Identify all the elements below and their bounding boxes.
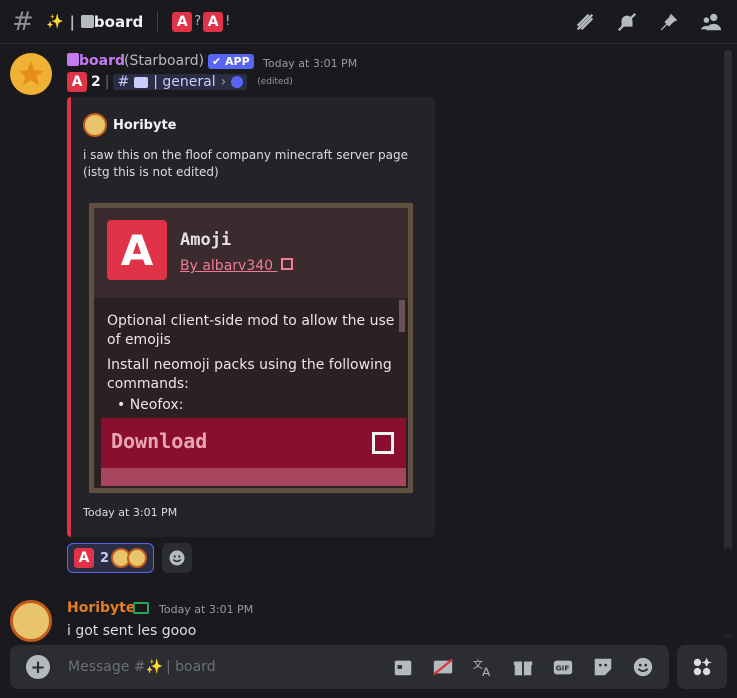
hash-icon: #: [117, 74, 130, 90]
emoji-icon[interactable]: [631, 655, 655, 679]
reactor-avatars: [111, 548, 148, 568]
channel-topic[interactable]: A ? A !: [172, 11, 230, 32]
add-reaction-button[interactable]: [162, 543, 193, 573]
mod-header: A Amoji By albarv340: [94, 208, 408, 298]
embed-author[interactable]: Horibyte: [83, 113, 177, 137]
embed-footer: Today at 3:01 PM: [83, 506, 178, 519]
edited-label: (edited): [257, 77, 293, 87]
header-toolbar: [573, 10, 723, 34]
channel-mention[interactable]: # | general ›: [113, 74, 248, 90]
scrollbar-thumb[interactable]: [724, 548, 732, 636]
horibyte-avatar[interactable]: [10, 600, 52, 642]
a-emoji: A: [67, 72, 87, 92]
horibyte-avatar: [83, 113, 107, 137]
bot-display-name: (Starboard): [124, 53, 205, 69]
amoji-logo: A: [107, 220, 167, 280]
image-disabled-icon[interactable]: [431, 655, 455, 679]
speech-bubble-icon: [231, 76, 244, 88]
apps-icon: [693, 657, 713, 676]
apps-button[interactable]: [677, 645, 727, 689]
member-list-icon[interactable]: [699, 10, 723, 34]
a-emoji: A: [74, 548, 94, 568]
notification-mute-icon[interactable]: [615, 10, 639, 34]
gift-icon[interactable]: [511, 655, 535, 679]
divider: [157, 10, 159, 33]
translate-icon[interactable]: 文A: [471, 655, 495, 679]
starboard-avatar[interactable]: [10, 53, 52, 95]
gif-icon[interactable]: GIF: [551, 655, 575, 679]
embed-description: i saw this on the floof company minecraf…: [83, 148, 408, 179]
mod-author-link: By albarv340: [180, 258, 293, 274]
channel-title: ✨ | board: [46, 12, 144, 31]
horibyte-username[interactable]: Horibyte: [67, 600, 135, 616]
mod-description: Optional client-side mod to allow the us…: [107, 313, 395, 413]
message-text: i got sent les gooo: [67, 623, 197, 639]
download-button: Download: [101, 418, 406, 468]
message-composer: + Message #✨ | board 文A GIF: [10, 645, 669, 689]
starboard-header-line: A 2 | # | general › (edited): [67, 72, 293, 92]
a-emoji: A: [172, 11, 193, 32]
a-emoji: A: [203, 11, 224, 32]
threads-icon[interactable]: [573, 10, 597, 34]
timestamp[interactable]: Today at 3:01 PM: [263, 57, 357, 70]
reaction-a[interactable]: A 2: [67, 543, 155, 573]
message-list: board (Starboard) ✔ APP Today at 3:01 PM…: [0, 45, 737, 642]
chat-bubble-icon: [134, 76, 149, 88]
upload-plus-icon[interactable]: +: [26, 655, 50, 679]
download-bar: [101, 468, 406, 486]
app-badge: ✔ APP: [208, 54, 254, 69]
sparkle-emoji: ✨: [46, 13, 64, 30]
sticker-icon[interactable]: [591, 655, 615, 679]
external-link-icon: [280, 258, 293, 270]
calendar-icon[interactable]: [391, 655, 415, 679]
external-link-icon: [372, 432, 394, 454]
pin-icon[interactable]: [657, 10, 681, 34]
reaction-bar: A 2: [67, 543, 193, 573]
message-input[interactable]: Message #✨ | board: [68, 659, 216, 675]
timestamp[interactable]: Today at 3:01 PM: [159, 603, 253, 616]
hash-icon: #: [12, 6, 34, 37]
channel-name: board: [80, 13, 143, 31]
mod-title: Amoji: [180, 230, 232, 250]
desktop-icon: [133, 602, 149, 614]
chevron-right-icon: ›: [220, 74, 227, 90]
embed-image[interactable]: A Amoji By albarv340 Optional client-sid…: [89, 203, 413, 493]
svg-text:GIF: GIF: [556, 664, 570, 673]
starboard-username[interactable]: board: [67, 53, 125, 69]
svg-text:A: A: [482, 665, 491, 678]
starboard-embed: Horibyte i saw this on the floof company…: [67, 97, 435, 537]
composer-toolbar: 文A GIF: [391, 655, 655, 679]
star-count: 2: [91, 74, 101, 90]
scroll-indicator: [399, 300, 405, 332]
channel-header: # ✨ | board A ? A !: [0, 0, 737, 44]
